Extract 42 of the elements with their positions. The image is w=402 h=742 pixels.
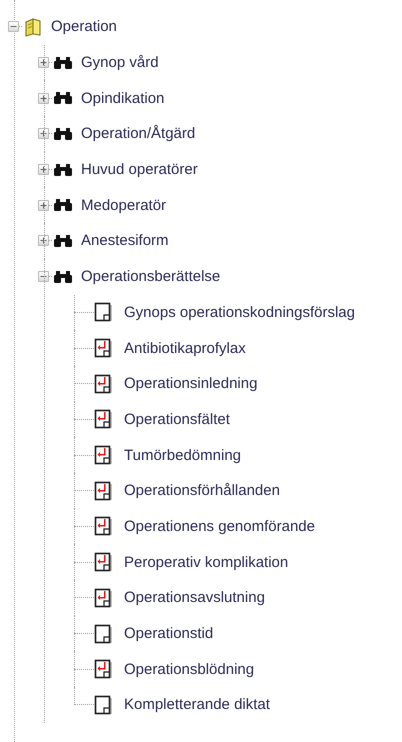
tree-item-label[interactable]: Gynops operationskodningsförslag xyxy=(124,304,355,321)
expand-toggle[interactable] xyxy=(38,92,49,104)
tree-item-label[interactable]: Operationstid xyxy=(124,625,214,642)
tree-item-label[interactable]: Peroperativ komplikation xyxy=(124,554,288,571)
tree-item-label[interactable]: Huvud operatörer xyxy=(81,161,198,178)
binoculars-icon xyxy=(53,56,73,70)
tree-item-label[interactable]: Opindikation xyxy=(81,90,164,107)
binoculars-icon xyxy=(53,234,73,248)
expand-toggle[interactable] xyxy=(38,57,49,68)
binoculars-icon xyxy=(53,270,73,284)
tree-item-label[interactable]: Operationsavslutning xyxy=(124,589,265,606)
tree-item-label[interactable]: Antibiotikaprofylax xyxy=(124,340,246,357)
binoculars-icon xyxy=(53,126,73,141)
collapse-toggle[interactable] xyxy=(38,271,49,282)
expand-toggle[interactable] xyxy=(38,164,49,176)
tree-item-label[interactable]: Tumörbedömning xyxy=(124,446,242,464)
tree-item-label[interactable]: Operationsberättelse xyxy=(81,268,220,286)
tree-item-label[interactable]: Operationsförhållanden xyxy=(124,482,280,500)
binoculars-icon xyxy=(53,91,73,106)
expand-toggle[interactable] xyxy=(38,128,49,140)
expand-toggle[interactable] xyxy=(38,235,49,246)
tree-item-label[interactable]: Anestesiform xyxy=(81,232,169,250)
plus-icon xyxy=(40,59,47,66)
tree-item-label[interactable]: Operationsfältet xyxy=(124,410,230,428)
tree-item-label[interactable]: Operationsinledning xyxy=(124,375,258,392)
expand-toggle[interactable] xyxy=(38,200,49,211)
plus-icon xyxy=(40,94,47,102)
binoculars-icon xyxy=(53,162,73,177)
plus-icon xyxy=(40,166,47,174)
tree-item-label[interactable]: Operationens genomförande xyxy=(124,518,315,535)
tree-item-label[interactable]: Medoperatör xyxy=(81,196,166,214)
tree-item-label[interactable]: Operation/Åtgärd xyxy=(81,125,196,142)
tree-item-label[interactable]: Gynop vård xyxy=(81,54,159,72)
tree-item-label[interactable]: Operationsblödning xyxy=(124,660,254,678)
tree-item-label[interactable]: Kompletterande diktat xyxy=(124,696,270,714)
plus-icon xyxy=(40,237,47,244)
binoculars-icon xyxy=(53,198,73,212)
plus-icon xyxy=(40,130,47,138)
folder-icon xyxy=(24,16,42,37)
collapse-toggle[interactable] xyxy=(8,21,19,32)
tree-item-label[interactable]: Operation xyxy=(51,18,117,36)
plus-icon xyxy=(40,202,47,209)
